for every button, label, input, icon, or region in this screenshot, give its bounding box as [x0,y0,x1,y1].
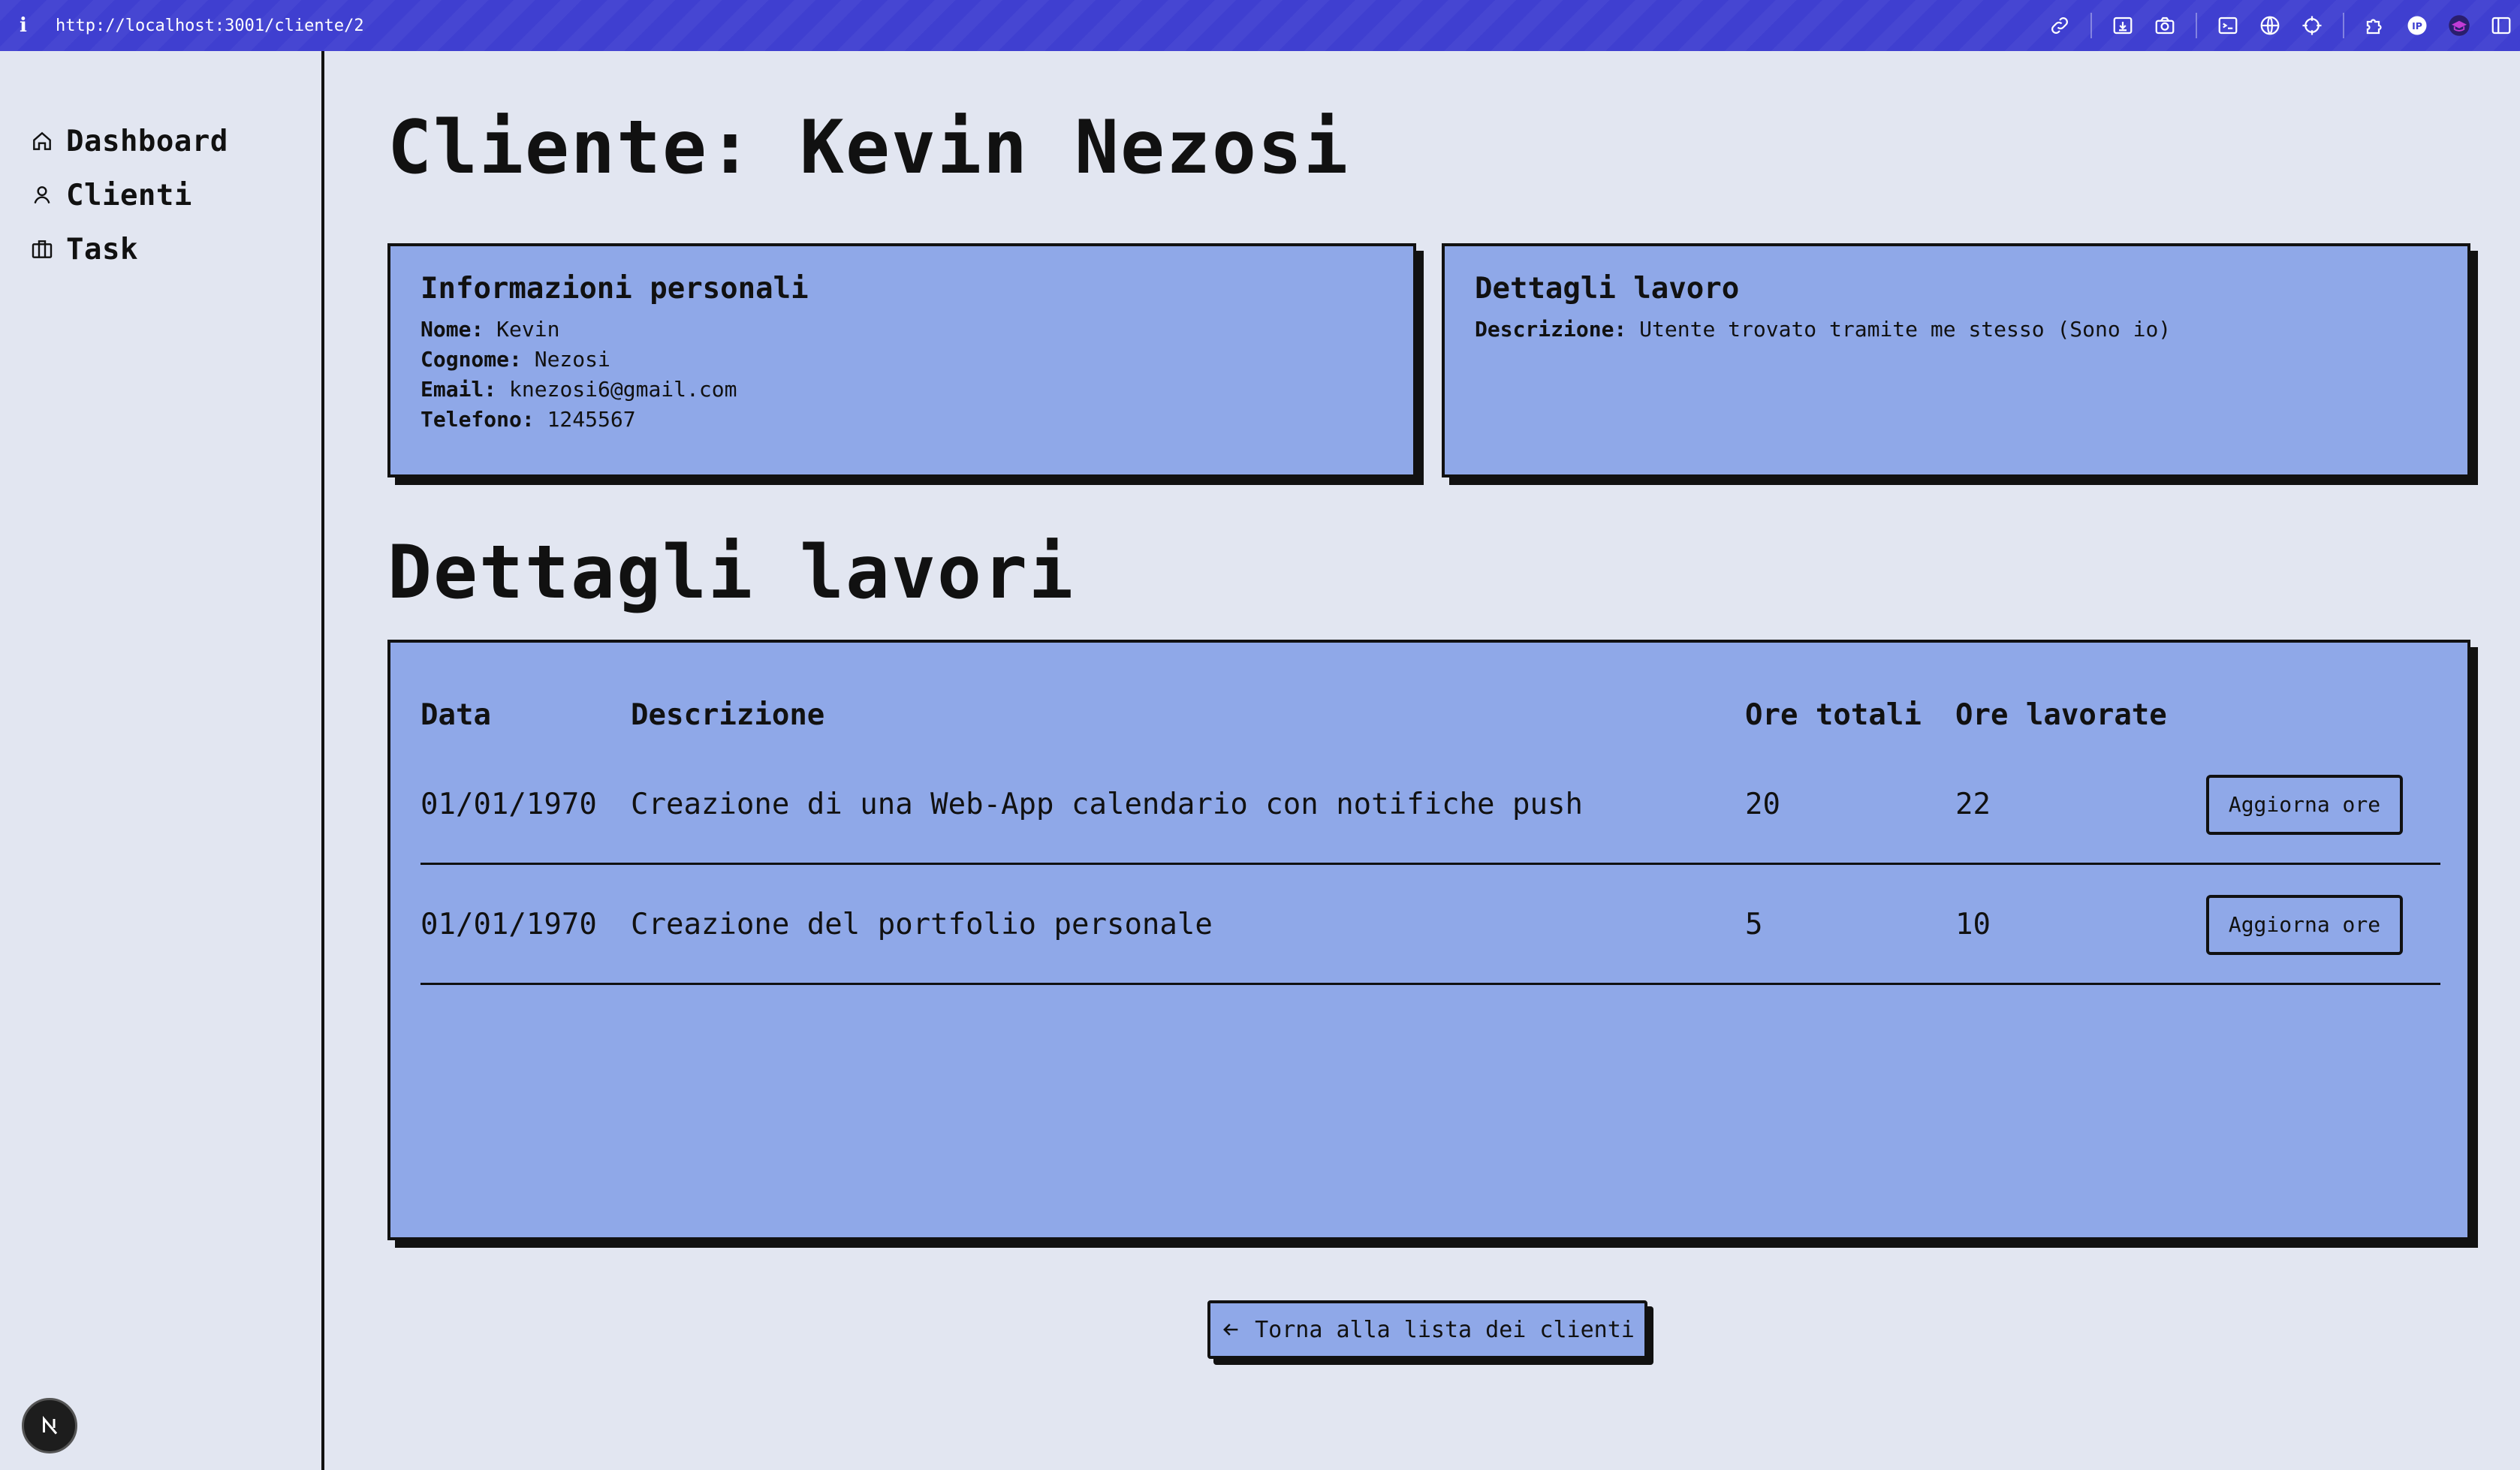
work-details-heading: Dettagli lavoro [1475,272,1740,306]
briefcase-icon [32,240,53,258]
descrizione-label: Descrizione: [1475,317,1627,342]
table-row: 01/01/1970 Creazione del portfolio perso… [421,866,2440,985]
sidebar-item-clienti[interactable]: Clienti [30,168,228,222]
cell-ore-lavorate: 10 [1955,908,1991,941]
terminal-icon[interactable] [2217,14,2239,37]
globe-icon[interactable] [2259,14,2281,37]
sidebar-item-dashboard[interactable]: Dashboard [30,114,228,168]
svg-text:IP: IP [2412,20,2422,32]
cell-descrizione: Creazione del portfolio personale [631,908,1213,941]
descrizione-value: Utente trovato tramite me stesso (Sono i… [1639,317,2172,342]
cell-actions: Aggiorna ore [2203,894,2440,955]
browser-bar: i http://localhost:3001/cliente/2 IP [0,0,2520,51]
jobs-table-card: Data Descrizione Ore totali Ore lavorate… [387,640,2470,1240]
cognome-value: Nezosi [534,347,610,372]
email-label: Email: [421,377,497,402]
aggiorna-ore-button[interactable]: Aggiorna ore [2206,894,2403,955]
email-value: knezosi6@gmail.com [509,377,737,402]
profile-badge-icon[interactable]: IP [2406,14,2428,37]
jobs-section-title: Dettagli lavori [387,530,1075,616]
aggiorna-ore-button[interactable]: Aggiorna ore [2206,774,2403,835]
browser-toolbar: IP [2029,0,2512,51]
toolbar-divider [2196,13,2197,38]
crosshair-icon[interactable] [2301,14,2323,37]
url-text[interactable]: http://localhost:3001/cliente/2 [56,17,364,35]
main-content: Cliente: Kevin Nezosi Informazioni perso… [324,51,2520,1470]
sidebar-nav: Dashboard Clienti Task [30,114,228,276]
link-icon[interactable] [2048,14,2071,37]
column-header-ore-lavorate: Ore lavorate [1955,697,2167,732]
cell-ore-totali: 20 [1745,788,1780,821]
cell-ore-lavorate: 22 [1955,788,1991,821]
personal-info-heading: Informazioni personali [421,272,809,306]
nome-value: Kevin [496,317,560,342]
nome-label: Nome: [421,317,484,342]
graduation-cap-icon[interactable] [2448,14,2470,37]
telefono-value: 1245567 [547,407,636,432]
sidebar-item-label: Task [66,232,138,267]
cell-data: 01/01/1970 [421,908,597,941]
nextjs-icon[interactable] [22,1398,77,1453]
download-icon[interactable] [2112,14,2134,37]
toolbar-divider [2343,13,2344,38]
camera-icon[interactable] [2154,14,2176,37]
back-to-clients-button[interactable]: Torna alla lista dei clienti [1207,1300,1647,1359]
personal-info-card: Informazioni personali Nome: Kevin Cogno… [387,243,1416,477]
home-icon [33,131,51,150]
toolbar-divider [2090,13,2092,38]
sidebar-toggle-icon[interactable] [2490,14,2512,37]
table-row: 01/01/1970 Creazione di una Web-App cale… [421,746,2440,865]
telefono-label: Telefono: [421,407,535,432]
sidebar: Dashboard Clienti Task [0,51,324,1470]
email-row: Email: knezosi6@gmail.com [421,375,1383,405]
work-details-card: Dettagli lavoro Descrizione: Utente trov… [1442,243,2470,477]
sidebar-item-task[interactable]: Task [30,222,228,276]
sidebar-item-label: Dashboard [66,124,228,158]
user-icon [34,186,50,204]
cognome-row: Cognome: Nezosi [421,345,1383,375]
descrizione-row: Descrizione: Utente trovato tramite me s… [1475,315,2437,345]
cell-data: 01/01/1970 [421,788,597,821]
column-header-ore-totali: Ore totali [1745,697,1922,732]
info-icon[interactable]: i [20,14,33,37]
cell-actions: Aggiorna ore [2203,774,2440,835]
telefono-row: Telefono: 1245567 [421,405,1383,435]
cell-descrizione: Creazione di una Web-App calendario con … [631,788,1583,821]
sidebar-item-label: Clienti [66,178,192,212]
table-header: Data Descrizione Ore totali Ore lavorate [421,692,2440,737]
column-header-data: Data [421,697,491,732]
back-button-label: Torna alla lista dei clienti [1255,1316,1635,1343]
column-header-descrizione: Descrizione [631,697,825,732]
arrow-left-icon [1223,1324,1238,1336]
page-title: Cliente: Kevin Nezosi [387,105,1350,191]
cognome-label: Cognome: [421,347,522,372]
extension-icon[interactable] [2364,14,2386,37]
cell-ore-totali: 5 [1745,908,1763,941]
nome-row: Nome: Kevin [421,315,1383,345]
